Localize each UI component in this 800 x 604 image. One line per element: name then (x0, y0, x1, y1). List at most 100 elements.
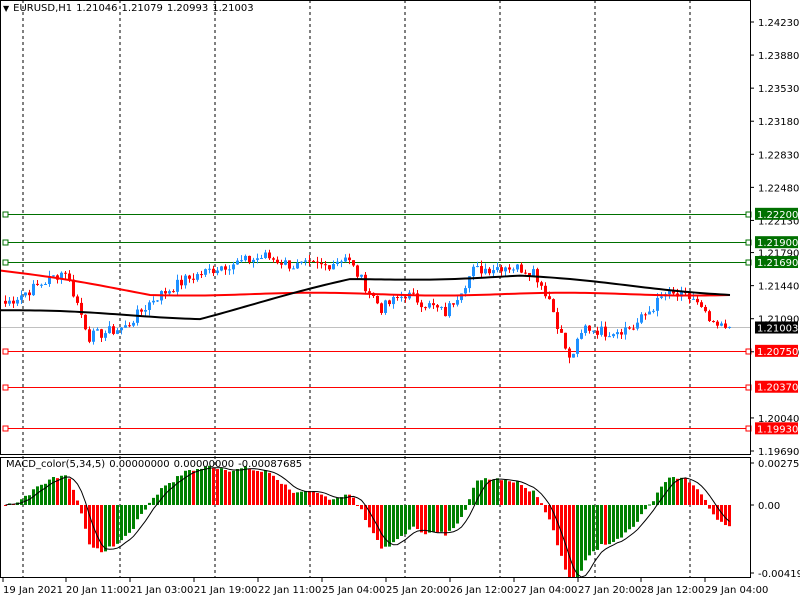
macd-histogram-bar (196, 468, 199, 505)
macd-histogram-bar (80, 505, 83, 514)
level-price-label: 1.21690 (757, 258, 798, 269)
candle (164, 287, 167, 299)
macd-histogram-bar (60, 475, 63, 505)
level-handle-left[interactable] (2, 384, 9, 391)
candle-body (88, 329, 91, 342)
candle-body (604, 326, 607, 337)
candle-body (572, 353, 575, 358)
macd-histogram-bar (148, 502, 151, 505)
candle (308, 255, 311, 266)
macd-histogram-bar (132, 505, 135, 529)
time-tick-label: 21 Jan 03:00 (130, 585, 193, 596)
candle (212, 265, 215, 277)
candle (140, 308, 143, 316)
macd-histogram-bar (668, 477, 671, 505)
macd-histogram-bar (612, 505, 615, 542)
macd-histogram-bar (264, 470, 267, 505)
candle (680, 286, 683, 301)
time-tick-label: 20 Jan 11:00 (66, 585, 129, 596)
candle (196, 272, 199, 282)
candle (260, 254, 263, 259)
candle-body (176, 279, 179, 292)
candle (24, 292, 27, 298)
candle-body (652, 310, 655, 312)
macd-histogram-bar (432, 505, 435, 533)
candle (172, 289, 175, 293)
candle-body (108, 326, 111, 334)
candle (304, 258, 307, 266)
macd-histogram-bar (524, 487, 527, 505)
candle (496, 262, 499, 273)
macd-histogram-bar (492, 479, 495, 505)
candle-body (412, 292, 415, 294)
candle-body (228, 269, 231, 271)
level-price-label: 1.21900 (757, 238, 798, 249)
macd-histogram-bar (376, 505, 379, 540)
current-price-label: 1.21003 (757, 324, 798, 335)
chart-window[interactable]: 1.24230 1.23880 1.23530 1.23180 1.22830 1.224… (0, 0, 800, 600)
candle-body (636, 322, 639, 329)
macd-histogram-bar (52, 476, 55, 505)
candle-body (44, 283, 47, 285)
candle-body (288, 260, 291, 269)
candle-body (64, 272, 67, 274)
candle-body (472, 266, 475, 277)
level-handle-left[interactable] (2, 211, 9, 218)
macd-histogram-bar (416, 505, 419, 530)
candle (288, 260, 291, 272)
macd-histogram-bar (356, 505, 359, 506)
candle-body (24, 292, 27, 296)
candle (284, 257, 287, 266)
candle-body (128, 325, 131, 327)
macd-header: MACD_color(5,34,5) 0.00000000 0.00000000… (6, 459, 302, 470)
candle (700, 300, 703, 308)
candle (132, 320, 135, 327)
candle (556, 307, 559, 334)
candle (216, 267, 219, 276)
candle-body (388, 300, 391, 305)
candle (608, 332, 611, 338)
level-handle-left[interactable] (2, 348, 9, 355)
dropdown-triangle-icon[interactable]: ▼ (3, 4, 9, 13)
candle (440, 306, 443, 311)
candle (220, 265, 223, 272)
candle (256, 253, 259, 264)
macd-histogram-bar (136, 505, 139, 520)
candle (124, 320, 127, 328)
candle-body (720, 323, 723, 326)
level-handle-left[interactable] (2, 239, 9, 246)
time-tick-label: 27 Jan 04:00 (514, 585, 577, 596)
candle-body (476, 266, 479, 268)
candle-body (40, 284, 43, 286)
candle-body (660, 296, 663, 298)
macd-histogram-bar (580, 505, 583, 571)
candle-body (620, 332, 623, 335)
macd-histogram-bar (576, 505, 579, 577)
macd-histogram-bar (428, 505, 431, 533)
candle-body (200, 274, 203, 276)
level-handle-left[interactable] (2, 259, 9, 266)
candle (696, 296, 699, 305)
macd-histogram-bar (624, 505, 627, 533)
candle (360, 274, 363, 279)
candle-body (124, 325, 127, 328)
candle (228, 265, 231, 275)
time-tick-label: 27 Jan 20:00 (578, 585, 641, 596)
candle-body (260, 257, 263, 259)
macd-histogram-bar (64, 475, 67, 505)
candle-body (352, 260, 355, 266)
level-handle-left[interactable] (2, 425, 9, 432)
macd-histogram-bar (120, 505, 123, 541)
macd-histogram-bar (300, 491, 303, 505)
candle-body (36, 283, 39, 285)
chart-canvas[interactable]: 1.24230 1.23880 1.23530 1.23180 1.22830 1.224… (0, 0, 800, 600)
candle-body (628, 327, 631, 329)
macd-histogram-bar (516, 481, 519, 505)
candle-body (156, 300, 159, 302)
candle (624, 321, 627, 340)
macd-histogram-bar (604, 505, 607, 545)
macd-histogram-bar (388, 505, 391, 547)
candle (104, 330, 107, 341)
macd-histogram-bar (108, 505, 111, 547)
candle (560, 325, 563, 333)
